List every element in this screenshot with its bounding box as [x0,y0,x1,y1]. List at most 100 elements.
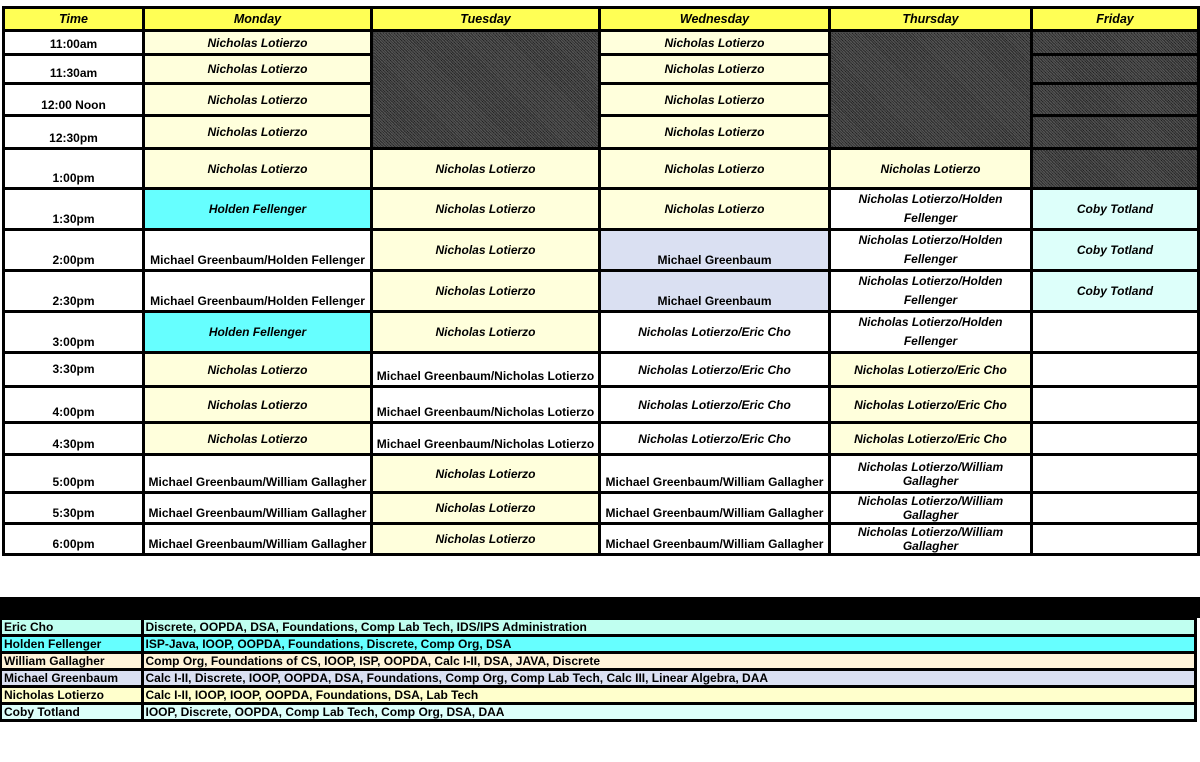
monday-cell[interactable]: Nicholas Lotierzo [142,29,373,56]
tuesday-cell[interactable]: Michael Greenbaum/Nicholas Lotierzo [370,421,601,456]
tuesday-cell[interactable]: Nicholas Lotierzo [370,187,601,231]
monday-cell[interactable]: Holden Fellenger [142,187,373,231]
tuesday-cell[interactable]: Nicholas Lotierzo [370,453,601,494]
wednesday-cell[interactable]: Michael Greenbaum/William Gallagher [598,522,831,556]
time-cell: 1:00pm [2,147,145,190]
time-cell: 1:30pm [2,187,145,231]
schedule-row: 11:00am Nicholas Lotierzo Nicholas Lotie… [2,29,1200,150]
monday-cell[interactable]: Nicholas Lotierzo [142,385,373,424]
tuesday-cell[interactable]: Nicholas Lotierzo [370,491,601,525]
friday-cell[interactable] [1030,522,1200,556]
time-cell: 5:30pm [2,491,145,525]
legend-row-eric-cho: Eric Cho Discrete, OOPDA, DSA, Foundatio… [0,617,1197,637]
monday-cell[interactable]: Michael Greenbaum/Holden Fellenger [142,269,373,313]
friday-cell[interactable] [1030,310,1200,354]
schedule-row: 4:30pm Nicholas Lotierzo Michael Greenba… [2,421,1200,456]
wednesday-cell[interactable]: Nicholas Lotierzo [598,114,831,150]
friday-cell[interactable] [1030,351,1200,388]
tuesday-cell[interactable]: Michael Greenbaum/Nicholas Lotierzo [370,351,601,388]
friday-cell[interactable] [1030,491,1200,525]
thursday-unavailable-block [828,29,1033,150]
tuesday-cell[interactable]: Michael Greenbaum/Nicholas Lotierzo [370,385,601,424]
thursday-cell[interactable]: Nicholas Lotierzo [828,147,1033,190]
legend-name: Eric Cho [0,617,144,637]
monday-cell[interactable]: Nicholas Lotierzo [142,114,373,150]
thursday-cell[interactable]: Nicholas Lotierzo/Eric Cho [828,421,1033,456]
time-cell: 3:30pm [2,351,145,388]
header-time: Time [2,6,145,32]
time-cell: 4:30pm [2,421,145,456]
thursday-cell[interactable]: Nicholas Lotierzo/William Gallagher [828,453,1033,494]
schedule-row: 1:30pm Holden Fellenger Nicholas Lotierz… [2,187,1200,231]
header-tuesday: Tuesday [370,6,601,32]
monday-cell[interactable]: Nicholas Lotierzo [142,421,373,456]
friday-cell[interactable]: Coby Totland [1030,187,1200,231]
wednesday-cell[interactable]: Nicholas Lotierzo/Eric Cho [598,351,831,388]
time-cell: 12:00 Noon [2,82,145,117]
monday-cell[interactable]: Michael Greenbaum/William Gallagher [142,522,373,556]
time-cell: 4:00pm [2,385,145,424]
wednesday-cell[interactable]: Michael Greenbaum [598,269,831,313]
friday-cell[interactable] [1030,421,1200,456]
friday-unavailable-cell [1030,29,1200,56]
monday-cell[interactable]: Michael Greenbaum/Holden Fellenger [142,228,373,272]
tuesday-cell[interactable]: Nicholas Lotierzo [370,147,601,190]
monday-cell[interactable]: Michael Greenbaum/William Gallagher [142,491,373,525]
wednesday-cell[interactable]: Nicholas Lotierzo [598,29,831,56]
thursday-cell[interactable]: Nicholas Lotierzo/Holden Fellenger [828,310,1033,354]
header-wednesday: Wednesday [598,6,831,32]
tuesday-cell[interactable]: Nicholas Lotierzo [370,228,601,272]
monday-cell[interactable]: Nicholas Lotierzo [142,53,373,85]
legend-courses: IOOP, Discrete, OOPDA, Comp Lab Tech, Co… [141,702,1197,722]
tuesday-cell[interactable]: Nicholas Lotierzo [370,310,601,354]
wednesday-cell[interactable]: Michael Greenbaum/William Gallagher [598,453,831,494]
tutor-legend: Eric Cho Discrete, OOPDA, DSA, Foundatio… [0,617,1197,722]
thursday-cell[interactable]: Nicholas Lotierzo/William Gallagher [828,491,1033,525]
tuesday-cell[interactable]: Nicholas Lotierzo [370,269,601,313]
wednesday-cell[interactable]: Nicholas Lotierzo/Eric Cho [598,310,831,354]
time-cell: 12:30pm [2,114,145,150]
monday-cell[interactable]: Nicholas Lotierzo [142,147,373,190]
separator-band [0,597,1200,618]
thursday-cell[interactable]: Nicholas Lotierzo/Eric Cho [828,351,1033,388]
time-cell: 2:00pm [2,228,145,272]
time-cell: 3:00pm [2,310,145,354]
tuesday-cell[interactable]: Nicholas Lotierzo [370,522,601,556]
wednesday-cell[interactable]: Nicholas Lotierzo [598,147,831,190]
friday-unavailable-cell [1030,147,1200,190]
schedule-row: 3:00pm Holden Fellenger Nicholas Lotierz… [2,310,1200,354]
wednesday-cell[interactable]: Nicholas Lotierzo/Eric Cho [598,385,831,424]
legend-row-holden-fellenger: Holden Fellenger ISP-Java, IOOP, OOPDA, … [0,634,1197,654]
legend-courses: Calc I-II, IOOP, IOOP, OOPDA, Foundation… [141,685,1197,705]
tuesday-unavailable-block [370,29,601,150]
legend-name: Nicholas Lotierzo [0,685,144,705]
thursday-cell[interactable]: Nicholas Lotierzo/Holden Fellenger [828,228,1033,272]
schedule-row: 5:00pm Michael Greenbaum/William Gallagh… [2,453,1200,494]
friday-cell[interactable]: Coby Totland [1030,228,1200,272]
legend-courses: Comp Org, Foundations of CS, IOOP, ISP, … [141,651,1197,671]
monday-cell[interactable]: Holden Fellenger [142,310,373,354]
legend-courses: Discrete, OOPDA, DSA, Foundations, Comp … [141,617,1197,637]
thursday-cell[interactable]: Nicholas Lotierzo/William Gallagher [828,522,1033,556]
wednesday-cell[interactable]: Nicholas Lotierzo [598,187,831,231]
friday-cell[interactable] [1030,453,1200,494]
thursday-cell[interactable]: Nicholas Lotierzo/Holden Fellenger [828,187,1033,231]
wednesday-cell[interactable]: Nicholas Lotierzo [598,53,831,85]
time-cell: 6:00pm [2,522,145,556]
legend-name: Coby Totland [0,702,144,722]
time-cell: 2:30pm [2,269,145,313]
wednesday-cell[interactable]: Michael Greenbaum/William Gallagher [598,491,831,525]
monday-cell[interactable]: Nicholas Lotierzo [142,82,373,117]
legend-row-william-gallagher: William Gallagher Comp Org, Foundations … [0,651,1197,671]
schedule-row: 1:00pm Nicholas Lotierzo Nicholas Lotier… [2,147,1200,190]
wednesday-cell[interactable]: Nicholas Lotierzo/Eric Cho [598,421,831,456]
monday-cell[interactable]: Michael Greenbaum/William Gallagher [142,453,373,494]
friday-cell[interactable] [1030,385,1200,424]
thursday-cell[interactable]: Nicholas Lotierzo/Eric Cho [828,385,1033,424]
thursday-cell[interactable]: Nicholas Lotierzo/Holden Fellenger [828,269,1033,313]
wednesday-cell[interactable]: Michael Greenbaum [598,228,831,272]
friday-cell[interactable]: Coby Totland [1030,269,1200,313]
wednesday-cell[interactable]: Nicholas Lotierzo [598,82,831,117]
monday-cell[interactable]: Nicholas Lotierzo [142,351,373,388]
schedule-sheet: Time Monday Tuesday Wednesday Thursday F… [0,0,1200,762]
